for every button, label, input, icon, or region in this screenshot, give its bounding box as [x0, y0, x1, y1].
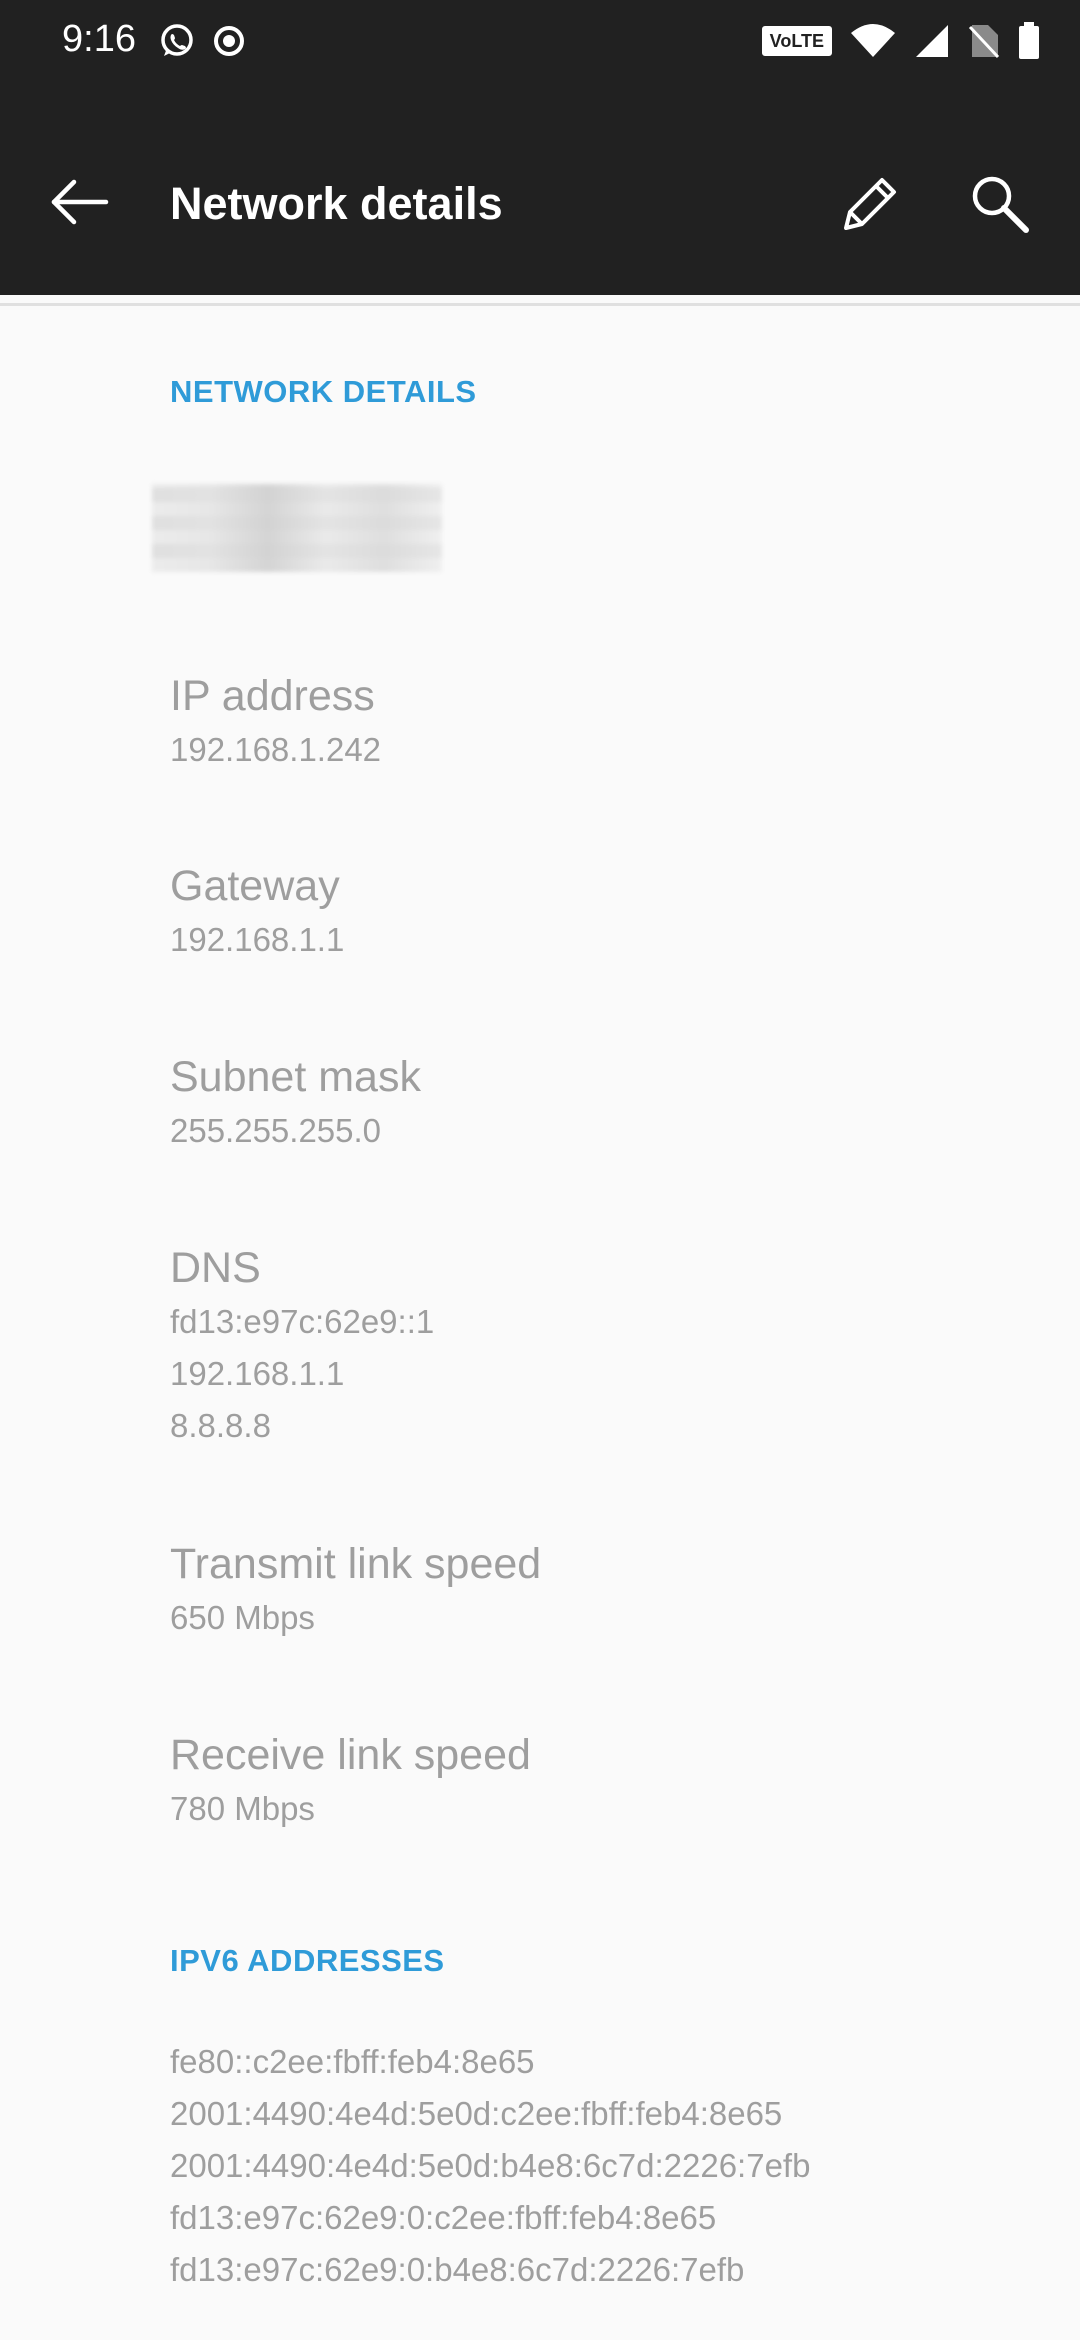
- ipv6-address: fd13:e97c:62e9:0:c2ee:fbff:feb4:8e65: [170, 2199, 717, 2236]
- volte-badge: VoLTE: [761, 26, 832, 56]
- app-toolbar: Network details: [0, 80, 1080, 295]
- search-icon[interactable]: [966, 170, 1034, 238]
- ipv6-address: 2001:4490:4e4d:5e0d:c2ee:fbff:feb4:8e65: [170, 2095, 783, 2132]
- no-sim-icon: [968, 23, 1000, 59]
- list-item-dns[interactable]: DNS fd13:e97c:62e9::1 192.168.1.1 8.8.8.…: [170, 1240, 434, 1452]
- ipv6-address-list[interactable]: fe80::c2ee:fbff:feb4:8e65 2001:4490:4e4d…: [170, 2036, 810, 2296]
- back-arrow-icon[interactable]: [44, 167, 114, 237]
- whatsapp-icon: [158, 22, 196, 60]
- item-title: DNS: [170, 1244, 261, 1292]
- battery-icon: [1018, 22, 1040, 60]
- redacted-mac-address: [152, 484, 442, 572]
- status-system-icons: VoLTE: [761, 22, 1040, 60]
- item-value: 8.8.8.8: [170, 1407, 271, 1444]
- item-title: IP address: [170, 672, 375, 720]
- status-bar: 9:16 VoLTE: [0, 0, 1080, 80]
- item-value: 780 Mbps: [170, 1790, 315, 1827]
- item-value: 192.168.1.1: [170, 921, 345, 958]
- status-notification-icons: [158, 22, 248, 60]
- ipv6-address: fd13:e97c:62e9:0:b4e8:6c7d:2226:7efb: [170, 2251, 745, 2288]
- list-item-receive-link-speed[interactable]: Receive link speed 780 Mbps: [170, 1727, 531, 1835]
- list-item-ip-address[interactable]: IP address 192.168.1.242: [170, 668, 381, 776]
- item-value: 255.255.255.0: [170, 1112, 382, 1149]
- section-header-network-details: NETWORK DETAILS: [170, 374, 477, 409]
- item-title: Transmit link speed: [170, 1540, 542, 1588]
- item-value: 192.168.1.1: [170, 1355, 345, 1392]
- list-item-gateway[interactable]: Gateway 192.168.1.1: [170, 858, 344, 966]
- cell-signal-icon: [914, 23, 950, 59]
- status-time: 9:16: [62, 18, 136, 60]
- item-value: fd13:e97c:62e9::1: [170, 1303, 435, 1340]
- ipv6-address: 2001:4490:4e4d:5e0d:b4e8:6c7d:2226:7efb: [170, 2147, 811, 2184]
- item-value: 650 Mbps: [170, 1599, 315, 1636]
- page-title: Network details: [170, 178, 503, 229]
- location-ring-icon: [210, 22, 248, 60]
- item-title: Receive link speed: [170, 1731, 531, 1779]
- pencil-icon[interactable]: [836, 170, 904, 238]
- section-header-ipv6-addresses: IPV6 ADDRESSES: [170, 1943, 445, 1978]
- list-item-subnet-mask[interactable]: Subnet mask 255.255.255.0: [170, 1049, 421, 1157]
- list-item-transmit-link-speed[interactable]: Transmit link speed 650 Mbps: [170, 1536, 541, 1644]
- wifi-icon: [850, 23, 896, 59]
- ipv6-address: fe80::c2ee:fbff:feb4:8e65: [170, 2043, 535, 2080]
- item-title: Gateway: [170, 862, 340, 910]
- toolbar-divider: [0, 303, 1080, 306]
- item-title: Subnet mask: [170, 1053, 421, 1101]
- item-value: 192.168.1.242: [170, 731, 382, 768]
